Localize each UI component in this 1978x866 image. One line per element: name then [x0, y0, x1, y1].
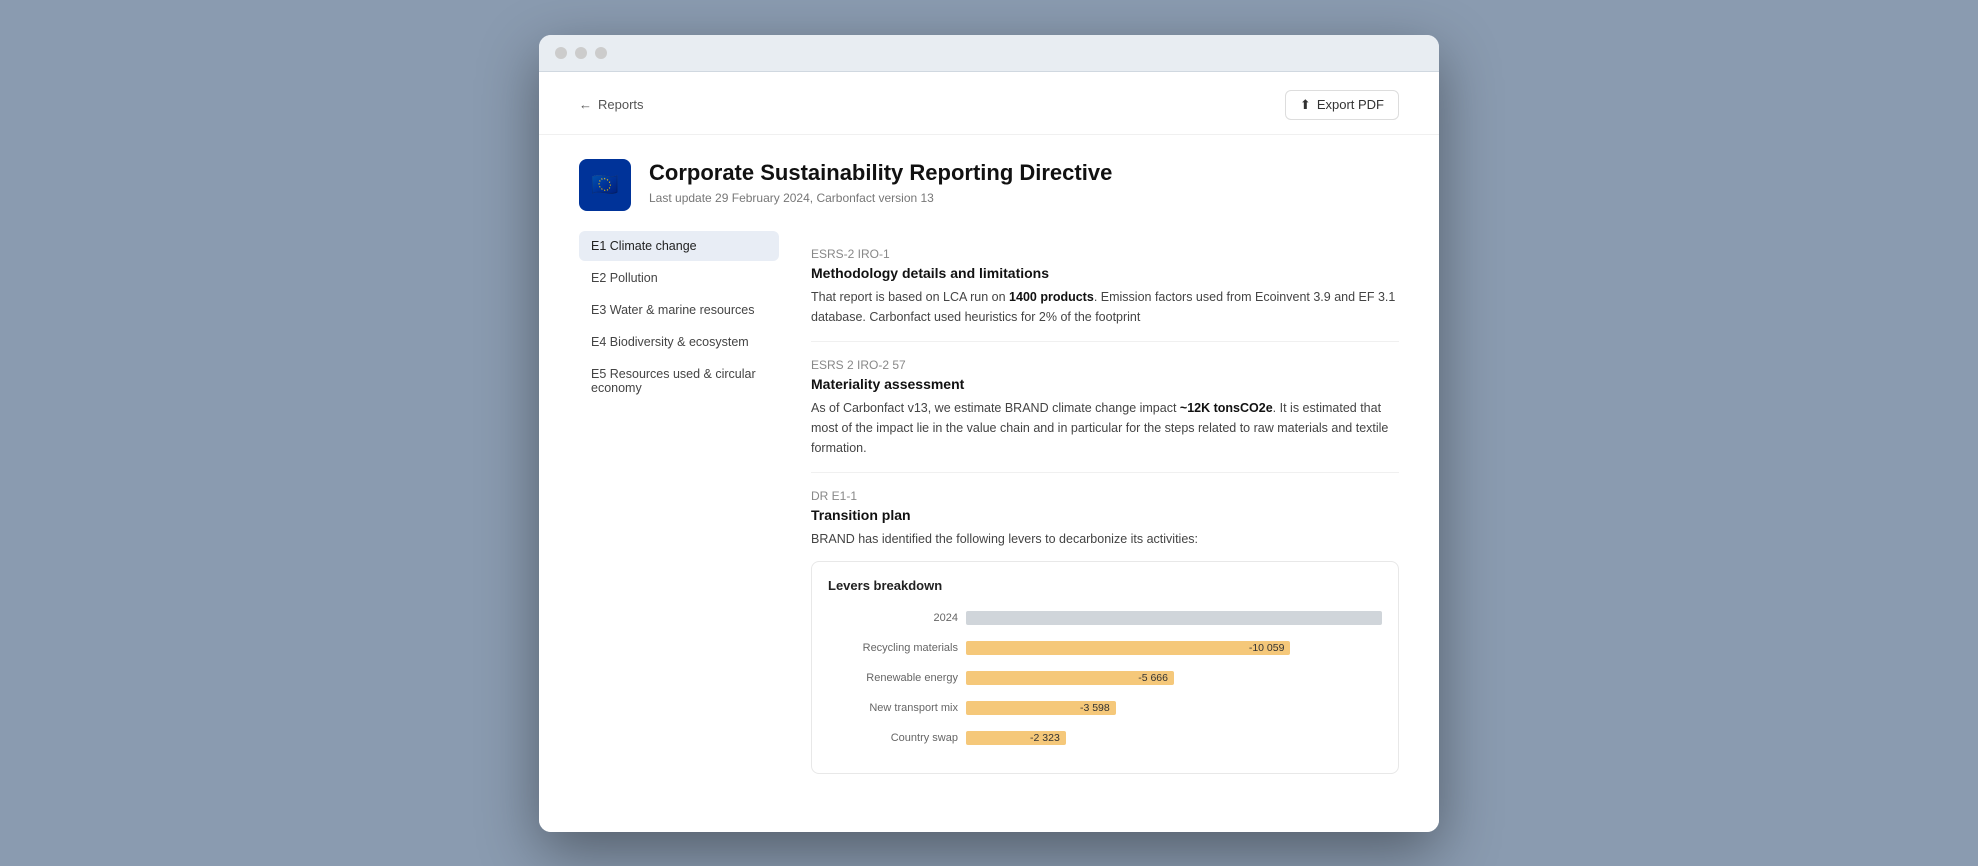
sidebar: E1 Climate change E2 Pollution E3 Water … [579, 231, 779, 774]
eu-logo: 🇪🇺 [579, 159, 631, 211]
back-label: Reports [598, 97, 644, 112]
chart-row-renewable: Renewable energy -5 666 [828, 667, 1382, 689]
main-layout: E1 Climate change E2 Pollution E3 Water … [539, 231, 1439, 804]
sidebar-item-e3[interactable]: E3 Water & marine resources [579, 295, 779, 325]
section3-label: DR E1-1 [811, 489, 1399, 503]
page-title: Corporate Sustainability Reporting Direc… [649, 159, 1112, 188]
header-section: 🇪🇺 Corporate Sustainability Reporting Di… [539, 135, 1439, 231]
bar-recycling: -10 059 [966, 641, 1290, 655]
chart-row-recycling: Recycling materials -10 059 [828, 637, 1382, 659]
chart-bar-area-2024 [966, 607, 1382, 629]
bar-country: -2 323 [966, 731, 1066, 745]
bar-renewable: -5 666 [966, 671, 1174, 685]
section3-text: BRAND has identified the following lever… [811, 529, 1399, 549]
browser-dot-1 [555, 47, 567, 59]
export-pdf-button[interactable]: ⬆ Export PDF [1285, 90, 1399, 120]
chart-label-country: Country swap [828, 732, 958, 744]
levers-chart: Levers breakdown 2024 Recycling material… [811, 561, 1399, 774]
chart-bar-area-transport: -3 598 [966, 697, 1382, 719]
export-icon: ⬆ [1300, 97, 1311, 113]
sidebar-e3-label: E3 Water & marine resources [591, 303, 754, 317]
section1-text1: That report is based on LCA run on [811, 290, 1009, 304]
sidebar-item-e2[interactable]: E2 Pollution [579, 263, 779, 293]
section2-title: Materiality assessment [811, 376, 1399, 392]
sidebar-item-e4[interactable]: E4 Biodiversity & ecosystem [579, 327, 779, 357]
page-subtitle: Last update 29 February 2024, Carbonfact… [649, 191, 1112, 205]
browser-chrome [539, 35, 1439, 72]
section2-text1: As of Carbonfact v13, we estimate BRAND … [811, 401, 1180, 415]
main-content: ESRS-2 IRO-1 Methodology details and lim… [811, 231, 1399, 774]
bar-transport-value: -3 598 [1080, 702, 1110, 714]
back-link[interactable]: ← Reports [579, 97, 644, 112]
chart-row-transport: New transport mix -3 598 [828, 697, 1382, 719]
section1-text: That report is based on LCA run on 1400 … [811, 287, 1399, 327]
section2-bold1: ~12K tonsCO2e [1180, 401, 1273, 415]
bar-renewable-value: -5 666 [1138, 672, 1168, 684]
chart-row-country: Country swap -2 323 [828, 727, 1382, 749]
header-text: Corporate Sustainability Reporting Direc… [649, 159, 1112, 206]
sidebar-e2-label: E2 Pollution [591, 271, 658, 285]
divider-2 [811, 472, 1399, 473]
eu-stars-icon: 🇪🇺 [591, 172, 618, 198]
section1-title: Methodology details and limitations [811, 265, 1399, 281]
back-arrow-icon: ← [579, 97, 592, 112]
bar-recycling-value: -10 059 [1249, 642, 1285, 654]
sidebar-item-e1[interactable]: E1 Climate change [579, 231, 779, 261]
sidebar-item-e5[interactable]: E5 Resources used & circular economy [579, 359, 779, 403]
section1-label: ESRS-2 IRO-1 [811, 247, 1399, 261]
sidebar-e4-label: E4 Biodiversity & ecosystem [591, 335, 749, 349]
chart-label-transport: New transport mix [828, 702, 958, 714]
sidebar-e5-label: E5 Resources used & circular economy [591, 367, 756, 395]
page-content: ← Reports ⬆ Export PDF 🇪🇺 Corporate Sust… [539, 72, 1439, 832]
chart-title: Levers breakdown [828, 578, 1382, 593]
bar-2024 [966, 611, 1382, 625]
bar-country-value: -2 323 [1030, 732, 1060, 744]
export-label: Export PDF [1317, 97, 1384, 112]
sidebar-e1-label: E1 Climate change [591, 239, 697, 253]
section1-bold1: 1400 products [1009, 290, 1094, 304]
section2-label: ESRS 2 IRO-2 57 [811, 358, 1399, 372]
browser-dot-2 [575, 47, 587, 59]
top-bar: ← Reports ⬆ Export PDF [539, 72, 1439, 135]
chart-label-2024: 2024 [828, 612, 958, 624]
chart-bar-area-country: -2 323 [966, 727, 1382, 749]
browser-window: ← Reports ⬆ Export PDF 🇪🇺 Corporate Sust… [539, 35, 1439, 832]
chart-label-recycling: Recycling materials [828, 642, 958, 654]
chart-bar-area-recycling: -10 059 [966, 637, 1382, 659]
chart-bar-area-renewable: -5 666 [966, 667, 1382, 689]
chart-label-renewable: Renewable energy [828, 672, 958, 684]
bar-transport: -3 598 [966, 701, 1116, 715]
divider-1 [811, 341, 1399, 342]
section3-title: Transition plan [811, 507, 1399, 523]
chart-row-2024: 2024 [828, 607, 1382, 629]
browser-dot-3 [595, 47, 607, 59]
section2-text: As of Carbonfact v13, we estimate BRAND … [811, 398, 1399, 458]
